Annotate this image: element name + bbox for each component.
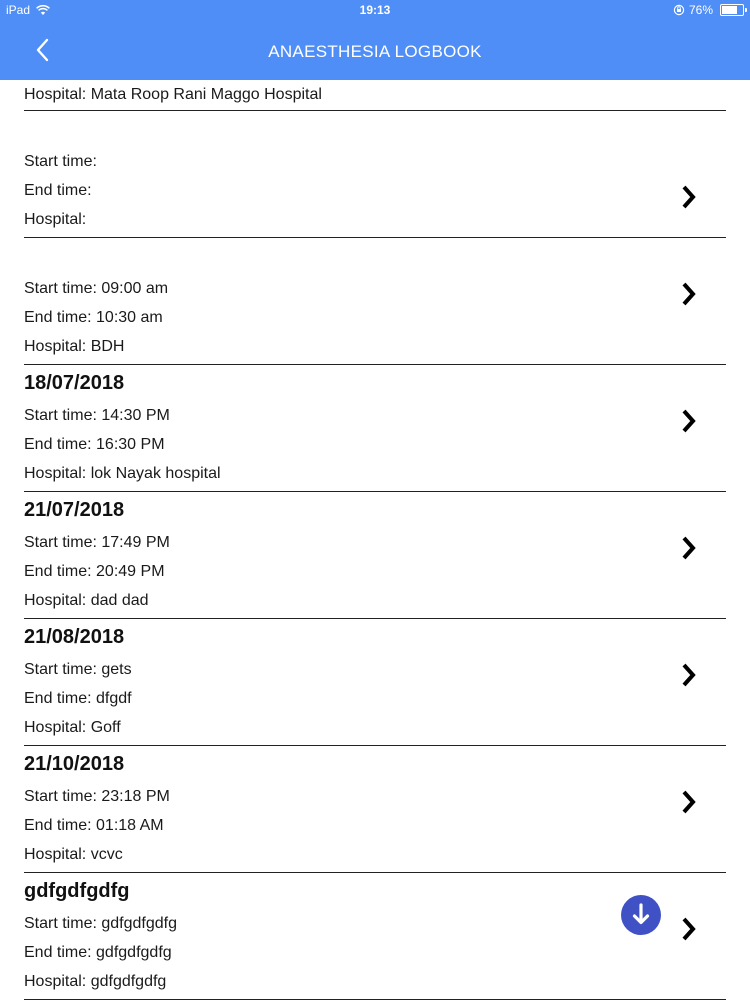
list-item[interactable]: 21/10/2018 Start time: 23:18 PM End time… [24,746,726,873]
list-item[interactable]: 21/08/2018 Start time: gets End time: df… [24,619,726,746]
battery-fill [722,6,737,14]
entry-start-time: Start time: 23:18 PM [24,788,170,805]
entry-start-time: Start time: 17:49 PM [24,534,170,551]
page-title: ANAESTHESIA LOGBOOK [268,42,482,61]
entry-hospital: Hospital: dad dad [24,592,149,609]
logbook-list: Hospital: Mata Roop Rani Maggo Hospital … [0,80,750,1000]
entry-hospital: Hospital: gdfgdfgdfg [24,973,167,990]
list-item[interactable]: 21/07/2018 Start time: 17:49 PM End time… [24,492,726,619]
entry-end-time: End time: gdfgdfgdfg [24,944,172,961]
chevron-right-icon[interactable] [678,915,698,943]
chevron-right-icon[interactable] [678,280,698,308]
entry-start-time: Start time: [24,153,97,170]
entry-hospital: Hospital: Mata Roop Rani Maggo Hospital [24,86,322,103]
entry-hospital: Hospital: Goff [24,719,121,736]
download-button[interactable] [621,895,661,935]
arrow-down-icon [632,903,650,925]
chevron-right-icon[interactable] [678,661,698,689]
entry-date: 18/07/2018 [24,372,125,394]
entry-end-time: End time: 20:49 PM [24,563,165,580]
status-bar: iPad 19:13 76% [0,0,750,20]
entry-end-time: End time: 10:30 am [24,309,163,326]
entry-start-time: Start time: 09:00 am [24,280,169,297]
entry-end-time: End time: 01:18 AM [24,817,164,834]
entry-date: 21/08/2018 [24,626,125,648]
chevron-right-icon[interactable] [678,183,698,211]
entry-date [24,111,726,147]
entry-date [24,238,726,274]
list-item[interactable]: 18/07/2018 Start time: 14:30 PM End time… [24,365,726,492]
battery-icon [720,4,747,16]
entry-date: 21/07/2018 [24,499,125,521]
list-item[interactable]: Hospital: Mata Roop Rani Maggo Hospital [24,80,726,111]
chevron-right-icon[interactable] [678,788,698,816]
entry-end-time: End time: dfgdf [24,690,132,707]
battery-percent: 76% [688,3,713,17]
list-item[interactable]: Start time: End time: Hospital: [24,111,726,238]
status-right: 76% [673,3,747,17]
entry-start-time: Start time: 14:30 PM [24,407,170,424]
chevron-right-icon[interactable] [678,534,698,562]
entry-end-time: End time: [24,182,92,199]
navigation-bar: ANAESTHESIA LOGBOOK [0,20,750,80]
orientation-lock-icon [673,4,685,16]
entry-start-time: Start time: gets [24,661,132,678]
status-time: 19:13 [359,3,391,17]
list-item[interactable]: Start time: 09:00 am End time: 10:30 am … [24,238,726,365]
entry-hospital: Hospital: vcvc [24,846,123,863]
entry-hospital: Hospital: lok Nayak hospital [24,465,221,482]
entry-end-time: End time: 16:30 PM [24,436,165,453]
entry-date: 21/10/2018 [24,753,125,775]
entry-hospital: Hospital: [24,211,87,228]
list-item[interactable]: gdfgdfgdfg Start time: gdfgdfgdfg End ti… [24,873,726,1000]
entry-hospital: Hospital: BDH [24,338,125,355]
chevron-right-icon[interactable] [678,407,698,435]
